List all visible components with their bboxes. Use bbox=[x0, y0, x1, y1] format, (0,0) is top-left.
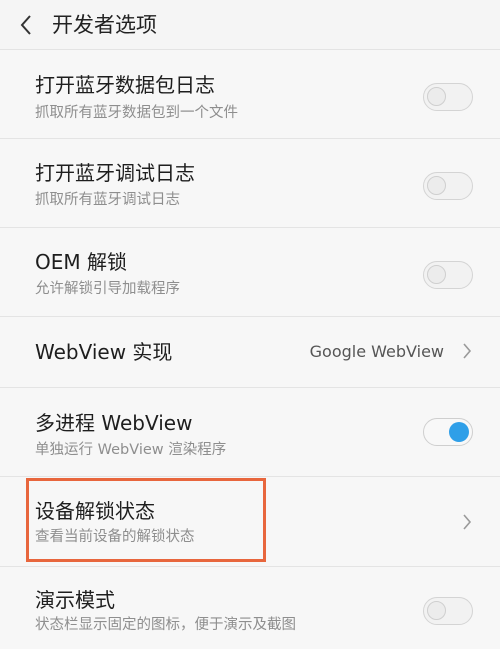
toggle-knob bbox=[449, 422, 469, 442]
setting-webview-implementation[interactable]: WebView 实现 Google WebView bbox=[0, 317, 500, 388]
toggle-knob bbox=[427, 87, 446, 106]
setting-label: 演示模式 bbox=[35, 588, 115, 612]
chevron-right-icon bbox=[460, 513, 474, 531]
toggle-knob bbox=[427, 601, 446, 620]
setting-device-unlock-status[interactable]: 设备解锁状态 查看当前设备的解锁状态 bbox=[0, 477, 500, 567]
setting-description: 查看当前设备的解锁状态 bbox=[35, 529, 195, 545]
setting-value: Google WebView bbox=[309, 342, 444, 361]
setting-label: 打开蓝牙数据包日志 bbox=[35, 73, 215, 97]
setting-description: 抓取所有蓝牙数据包到一个文件 bbox=[35, 105, 238, 121]
chevron-left-icon bbox=[20, 15, 31, 35]
setting-description: 抓取所有蓝牙调试日志 bbox=[35, 192, 180, 208]
setting-label: 多进程 WebView bbox=[35, 411, 193, 435]
toggle-switch[interactable] bbox=[423, 418, 473, 446]
setting-multiprocess-webview[interactable]: 多进程 WebView 单独运行 WebView 渲染程序 bbox=[0, 388, 500, 477]
setting-description: 单独运行 WebView 渲染程序 bbox=[35, 442, 227, 458]
setting-description: 允许解锁引导加载程序 bbox=[35, 281, 180, 297]
setting-label: OEM 解锁 bbox=[35, 250, 127, 274]
settings-list: 打开蓝牙数据包日志 抓取所有蓝牙数据包到一个文件 打开蓝牙调试日志 抓取所有蓝牙… bbox=[0, 50, 500, 649]
setting-oem-unlock[interactable]: OEM 解锁 允许解锁引导加载程序 bbox=[0, 228, 500, 317]
toggle-switch[interactable] bbox=[423, 172, 473, 200]
setting-demo-mode[interactable]: 演示模式 状态栏显示固定的图标，便于演示及截图 bbox=[0, 567, 500, 649]
title-bar: 开发者选项 bbox=[0, 0, 500, 50]
toggle-switch[interactable] bbox=[423, 597, 473, 625]
setting-label: 设备解锁状态 bbox=[35, 499, 155, 523]
setting-description: 状态栏显示固定的图标，便于演示及截图 bbox=[35, 617, 296, 633]
toggle-switch[interactable] bbox=[423, 83, 473, 111]
toggle-switch[interactable] bbox=[423, 261, 473, 289]
setting-bluetooth-debug-log[interactable]: 打开蓝牙调试日志 抓取所有蓝牙调试日志 bbox=[0, 139, 500, 228]
toggle-knob bbox=[427, 176, 446, 195]
chevron-right-icon bbox=[460, 342, 474, 360]
setting-label: 打开蓝牙调试日志 bbox=[35, 161, 195, 185]
toggle-knob bbox=[427, 265, 446, 284]
page-title: 开发者选项 bbox=[52, 13, 157, 37]
back-button[interactable] bbox=[14, 12, 38, 38]
setting-label: WebView 实现 bbox=[35, 340, 173, 364]
setting-bluetooth-packet-log[interactable]: 打开蓝牙数据包日志 抓取所有蓝牙数据包到一个文件 bbox=[0, 50, 500, 139]
